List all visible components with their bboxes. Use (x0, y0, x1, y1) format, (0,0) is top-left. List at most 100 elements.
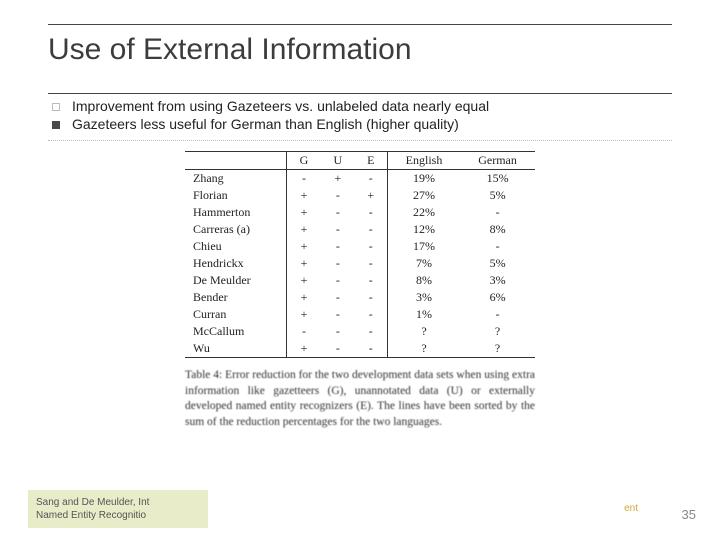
bullet-text: Improvement from using Gazeteers vs. unl… (72, 98, 489, 114)
cell-G: + (287, 289, 321, 306)
cell-english: 19% (387, 170, 460, 188)
cell-G: + (287, 238, 321, 255)
cell-E: - (355, 170, 388, 188)
bullet-text: Gazeteers less useful for German than En… (72, 116, 459, 132)
footer-fragment: ent (624, 503, 638, 514)
cell-U: - (321, 306, 355, 323)
list-item: Improvement from using Gazeteers vs. unl… (48, 98, 672, 114)
table-area: G U E English German Zhang-+-19%15%Flori… (48, 151, 672, 430)
cell-E: - (355, 340, 388, 358)
cell-english: 22% (387, 204, 460, 221)
cell-U: - (321, 238, 355, 255)
cell-U: + (321, 170, 355, 188)
row-name: De Meulder (185, 272, 287, 289)
caption-title: Table 4: (185, 369, 222, 381)
cell-english: 3% (387, 289, 460, 306)
cell-E: - (355, 255, 388, 272)
cell-E: + (355, 187, 388, 204)
col-U: U (321, 152, 355, 170)
table-row: Zhang-+-19%15% (185, 170, 535, 188)
cell-G: + (287, 204, 321, 221)
table-row: Carreras (a)+--12%8% (185, 221, 535, 238)
cell-U: - (321, 323, 355, 340)
cell-G: + (287, 340, 321, 358)
cell-english: 17% (387, 238, 460, 255)
cell-german: - (460, 238, 535, 255)
cell-english: 1% (387, 306, 460, 323)
slide: Use of External Information Improvement … (0, 0, 720, 540)
cell-E: - (355, 204, 388, 221)
cell-G: - (287, 323, 321, 340)
cell-U: - (321, 340, 355, 358)
table-row: Hendrickx+--7%5% (185, 255, 535, 272)
cell-german: 15% (460, 170, 535, 188)
cell-german: ? (460, 340, 535, 358)
table-row: Curran+--1%- (185, 306, 535, 323)
cell-U: - (321, 204, 355, 221)
cell-english: 7% (387, 255, 460, 272)
cell-U: - (321, 221, 355, 238)
table-wrap: G U E English German Zhang-+-19%15%Flori… (185, 151, 535, 430)
row-name: Curran (185, 306, 287, 323)
bullet-icon (52, 103, 60, 111)
cell-german: - (460, 204, 535, 221)
table-row: De Meulder+--8%3% (185, 272, 535, 289)
col-E: E (355, 152, 388, 170)
cell-U: - (321, 272, 355, 289)
cell-E: - (355, 272, 388, 289)
cell-G: + (287, 187, 321, 204)
row-name: Bender (185, 289, 287, 306)
table-row: Bender+--3%6% (185, 289, 535, 306)
cell-G: - (287, 170, 321, 188)
table-row: McCallum---?? (185, 323, 535, 340)
cell-E: - (355, 221, 388, 238)
cell-german: 5% (460, 255, 535, 272)
cell-german: - (460, 306, 535, 323)
caption-body: Error reduction for the two development … (185, 369, 535, 428)
row-name: Hendrickx (185, 255, 287, 272)
cell-german: ? (460, 323, 535, 340)
cell-english: 12% (387, 221, 460, 238)
table-row: Florian+-+27%5% (185, 187, 535, 204)
page-title: Use of External Information (48, 24, 672, 94)
cell-E: - (355, 289, 388, 306)
citation-line: Named Entity Recognitio (36, 509, 200, 522)
table-caption: Table 4: Error reduction for the two dev… (185, 368, 535, 430)
cell-german: 6% (460, 289, 535, 306)
cell-E: - (355, 306, 388, 323)
cell-german: 3% (460, 272, 535, 289)
cell-english: ? (387, 340, 460, 358)
row-name: McCallum (185, 323, 287, 340)
row-name: Florian (185, 187, 287, 204)
col-G: G (287, 152, 321, 170)
list-item: Gazeteers less useful for German than En… (48, 116, 672, 132)
cell-E: - (355, 323, 388, 340)
table-row: Hammerton+--22%- (185, 204, 535, 221)
page-number: 35 (682, 507, 696, 522)
citation-box: Sang and De Meulder, Int Named Entity Re… (28, 490, 208, 528)
table-row: Wu+--?? (185, 340, 535, 358)
cell-G: + (287, 272, 321, 289)
cell-english: 27% (387, 187, 460, 204)
cell-G: + (287, 255, 321, 272)
cell-german: 8% (460, 221, 535, 238)
cell-G: + (287, 221, 321, 238)
bullet-icon (52, 121, 60, 129)
row-name: Zhang (185, 170, 287, 188)
cell-U: - (321, 255, 355, 272)
col-german: German (460, 152, 535, 170)
cell-G: + (287, 306, 321, 323)
cell-german: 5% (460, 187, 535, 204)
col-english: English (387, 152, 460, 170)
cell-U: - (321, 289, 355, 306)
row-name: Wu (185, 340, 287, 358)
cell-english: ? (387, 323, 460, 340)
bullet-list: Improvement from using Gazeteers vs. unl… (48, 98, 672, 141)
row-name: Hammerton (185, 204, 287, 221)
results-table: G U E English German Zhang-+-19%15%Flori… (185, 151, 535, 358)
row-name: Carreras (a) (185, 221, 287, 238)
row-name: Chieu (185, 238, 287, 255)
cell-E: - (355, 238, 388, 255)
table-row: Chieu+--17%- (185, 238, 535, 255)
cell-U: - (321, 187, 355, 204)
